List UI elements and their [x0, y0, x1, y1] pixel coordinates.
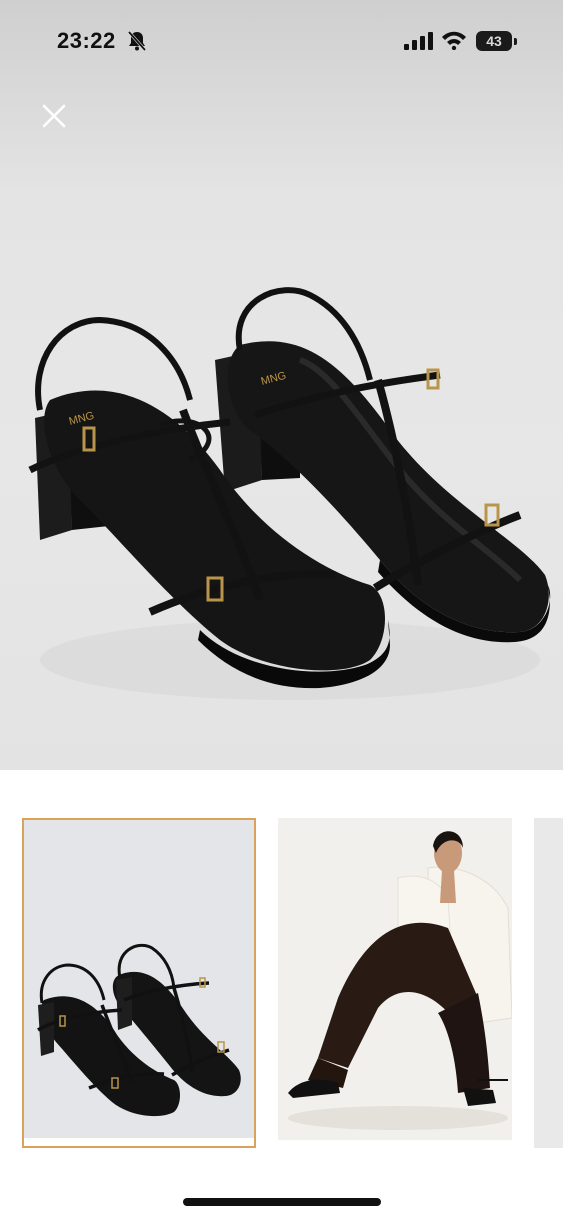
product-image-viewer[interactable]: MNG MNG 23:22 43 — [0, 0, 563, 770]
status-bar: 23:22 43 — [0, 0, 563, 84]
battery-icon: 43 — [476, 31, 512, 51]
bell-slash-icon — [127, 31, 147, 51]
thumbnail-next-partial[interactable] — [534, 818, 563, 1148]
battery-nub — [514, 38, 517, 45]
cellular-signal-icon — [404, 32, 433, 50]
main-product-image: MNG MNG — [28, 287, 551, 700]
thumbnail-sandals[interactable] — [22, 818, 256, 1148]
thumbnail-model[interactable] — [278, 818, 512, 1148]
home-indicator[interactable] — [183, 1198, 381, 1206]
status-time: 23:22 — [57, 28, 116, 53]
model-thumbnail-image — [278, 818, 512, 1148]
wifi-icon — [442, 31, 466, 50]
sandals-thumbnail-image — [24, 820, 254, 1146]
close-icon[interactable] — [36, 98, 72, 134]
